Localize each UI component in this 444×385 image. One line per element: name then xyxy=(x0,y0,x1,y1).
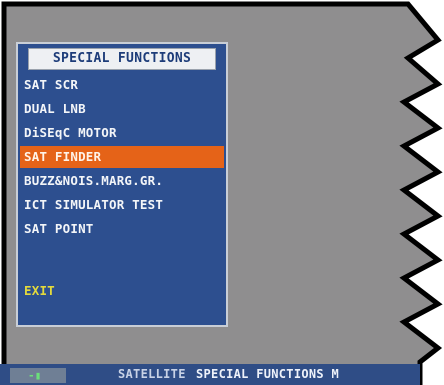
menu-item-exit[interactable]: EXIT xyxy=(20,280,224,302)
special-functions-menu: SPECIAL FUNCTIONS SAT SCR DUAL LNB DiSEq… xyxy=(16,42,228,327)
status-mode: SATELLITE xyxy=(118,367,186,381)
menu-item-dual-lnb[interactable]: DUAL LNB xyxy=(20,98,224,120)
menu-item-buzz-nois-marg[interactable]: BUZZ&NOIS.MARG.GR. xyxy=(20,170,224,192)
menu-item-sat-scr[interactable]: SAT SCR xyxy=(20,74,224,96)
menu-title: SPECIAL FUNCTIONS xyxy=(28,48,216,70)
menu-item-sat-finder[interactable]: SAT FINDER xyxy=(20,146,224,168)
status-indicator: -▮ xyxy=(28,369,42,382)
menu-item-sat-point[interactable]: SAT POINT xyxy=(20,218,224,240)
menu-item-diseqc-motor[interactable]: DiSEqC MOTOR xyxy=(20,122,224,144)
menu-item-ict-simulator-test[interactable]: ICT SIMULATOR TEST xyxy=(20,194,224,216)
status-function: SPECIAL FUNCTIONS M xyxy=(196,367,339,381)
